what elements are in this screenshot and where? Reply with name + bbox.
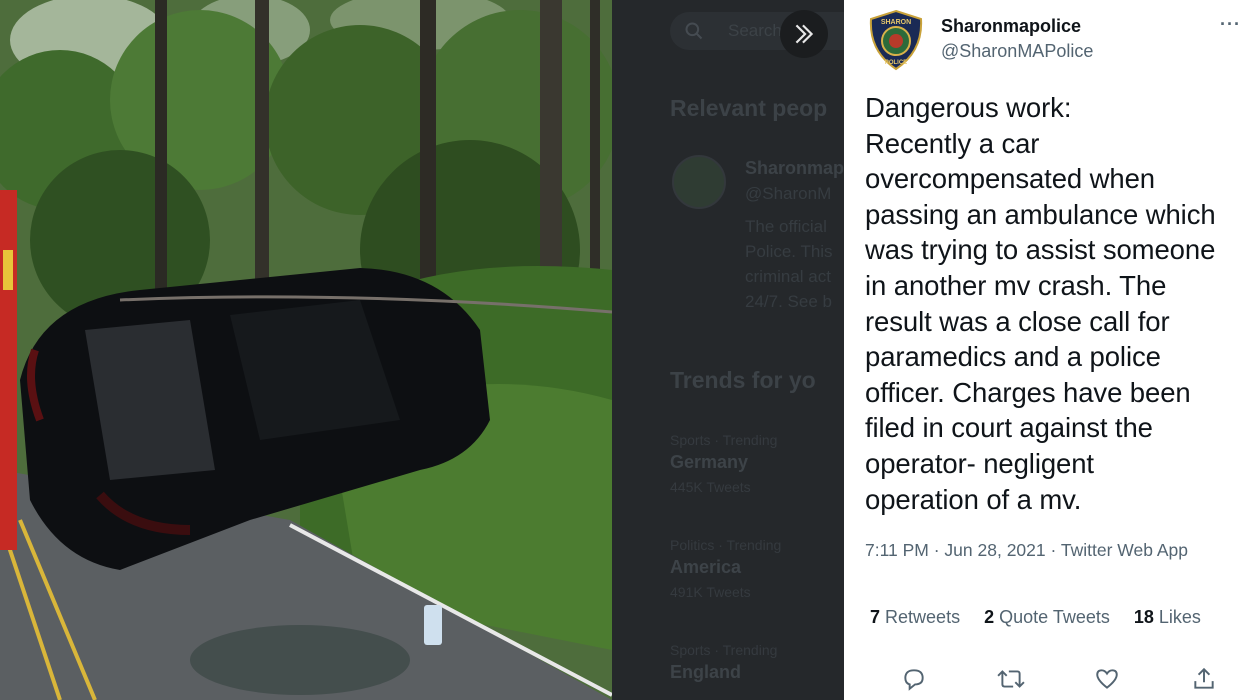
tweet-actions [899,664,1219,694]
relevant-people-heading: Relevant peop [670,95,828,121]
relevant-person-handle: @SharonM [745,184,832,203]
trend-item: Politics · Trending America 491K Tweets [670,537,782,600]
retweets-stat[interactable]: 7 Retweets [870,607,960,628]
author-handle[interactable]: @SharonMAPolice [941,41,1093,62]
share-button[interactable] [1189,664,1219,694]
tweet-photo[interactable] [0,0,612,700]
trends-heading: Trends for yo [670,367,816,393]
retweet-icon [997,670,1025,688]
background-sidebar: Search Relevant peop Sharonmap @SharonM … [612,0,844,700]
reply-icon [904,669,924,691]
trend-item: Sports · Trending Germany 445K Tweets [670,432,778,495]
tweet-stats: 7 Retweets 2 Quote Tweets 18 Likes [870,607,1201,628]
reply-button[interactable] [899,664,929,694]
more-options-icon[interactable]: ··· [1220,14,1239,35]
retweet-button[interactable] [996,664,1026,694]
relevant-person-name: Sharonmap [745,158,844,178]
avatar [672,155,726,209]
quote-tweets-stat[interactable]: 2 Quote Tweets [984,607,1110,628]
tweet-panel: SHARON POLICE Sharonmapolice @SharonMAPo… [844,0,1239,700]
avatar[interactable]: SHARON POLICE [867,9,925,71]
expand-button[interactable] [780,10,828,58]
search-icon [685,22,703,40]
tweet-timestamp[interactable]: 7:11 PM · Jun 28, 2021 · Twitter Web App [865,540,1188,561]
likes-stat[interactable]: 18 Likes [1134,607,1201,628]
heart-icon [1096,669,1119,689]
tweet-text: Dangerous work: Recently a car overcompe… [865,92,1216,515]
double-chevron-right-icon [795,24,814,44]
search-placeholder: Search [728,21,782,40]
share-icon [1194,667,1214,689]
avatar-text-bottom: POLICE [885,60,907,66]
author-display-name[interactable]: Sharonmapolice [941,16,1081,37]
avatar-text-top: SHARON [881,19,911,26]
like-button[interactable] [1092,664,1122,694]
trend-item: Sports · Trending England [670,642,778,682]
relevant-person-bio: The official Police. This criminal act 2… [745,217,833,311]
crash-scene-image [0,0,612,700]
